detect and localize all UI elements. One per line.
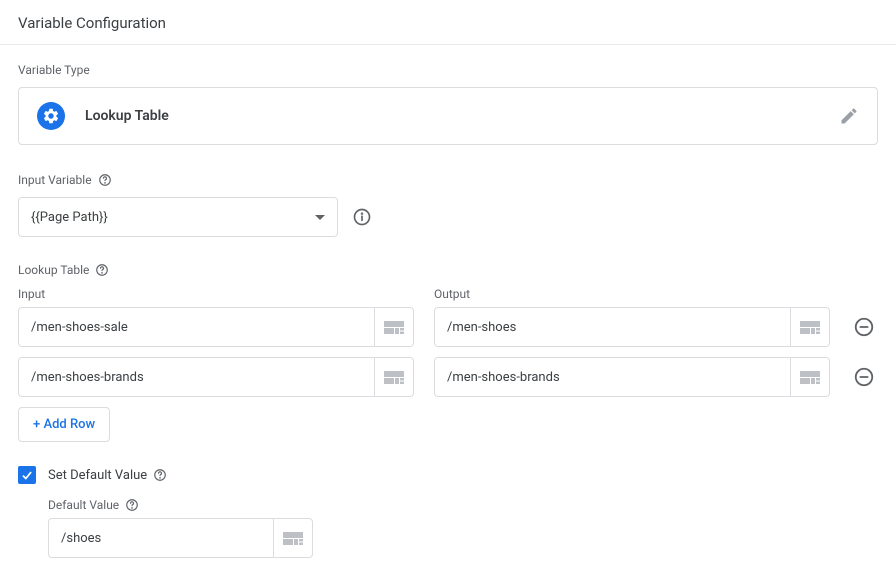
- default-value-field-label-text: Default Value: [48, 498, 119, 512]
- help-icon[interactable]: [153, 468, 167, 482]
- add-row-wrap: + Add Row: [18, 407, 878, 442]
- variable-type-label-text: Variable Type: [18, 63, 90, 77]
- input-column-header: Input: [18, 287, 414, 301]
- input-variable-value: {{Page Path}}: [31, 210, 108, 225]
- input-variable-select[interactable]: {{Page Path}}: [18, 197, 338, 237]
- help-icon[interactable]: [125, 498, 139, 512]
- variable-insert-icon[interactable]: [790, 357, 830, 397]
- variable-type-name: Lookup Table: [85, 108, 169, 124]
- help-icon[interactable]: [95, 263, 109, 277]
- variable-type-card[interactable]: Lookup Table: [18, 87, 878, 145]
- input-variable-label: Input Variable: [18, 173, 878, 187]
- remove-row-icon[interactable]: [850, 363, 878, 391]
- output-field[interactable]: [434, 307, 790, 347]
- edit-icon[interactable]: [839, 106, 859, 126]
- default-value-input[interactable]: [48, 518, 273, 558]
- table-row: [18, 357, 878, 397]
- gear-icon: [37, 102, 65, 130]
- input-cell: [18, 357, 414, 397]
- variable-insert-icon[interactable]: [790, 307, 830, 347]
- input-field[interactable]: [18, 307, 374, 347]
- default-value-subsection: Default Value: [48, 498, 878, 558]
- input-cell: [18, 307, 414, 347]
- lookup-table-label-text: Lookup Table: [18, 263, 89, 277]
- default-value-field-label: Default Value: [48, 498, 878, 512]
- output-cell: [434, 307, 830, 347]
- input-variable-label-text: Input Variable: [18, 173, 92, 187]
- output-cell: [434, 357, 830, 397]
- table-headers: Input Output: [18, 287, 878, 307]
- default-value-section: Set Default Value Default Value: [18, 466, 878, 558]
- header: Variable Configuration: [0, 0, 896, 45]
- default-value-checkbox-label: Set Default Value: [48, 468, 167, 483]
- default-value-checkbox-row: Set Default Value: [18, 466, 878, 484]
- input-variable-row: {{Page Path}}: [18, 197, 878, 237]
- variable-type-label: Variable Type: [18, 63, 878, 77]
- table-row: [18, 307, 878, 347]
- input-field[interactable]: [18, 357, 374, 397]
- info-icon[interactable]: [352, 207, 372, 227]
- variable-insert-icon[interactable]: [374, 357, 414, 397]
- default-value-checkbox-text: Set Default Value: [48, 468, 147, 483]
- chevron-down-icon: [315, 210, 325, 225]
- output-column-header: Output: [434, 287, 830, 301]
- variable-insert-icon[interactable]: [273, 518, 313, 558]
- output-field[interactable]: [434, 357, 790, 397]
- add-row-button[interactable]: + Add Row: [18, 407, 110, 442]
- lookup-table-label: Lookup Table: [18, 263, 878, 277]
- page-title: Variable Configuration: [18, 14, 878, 32]
- variable-type-left: Lookup Table: [37, 102, 169, 130]
- default-value-input-wrap: [48, 518, 313, 558]
- content-area: Variable Type Lookup Table Input Variabl…: [0, 45, 896, 558]
- lookup-table: Input Output: [18, 287, 878, 442]
- help-icon[interactable]: [98, 173, 112, 187]
- remove-row-icon[interactable]: [850, 313, 878, 341]
- variable-insert-icon[interactable]: [374, 307, 414, 347]
- default-value-checkbox[interactable]: [18, 466, 36, 484]
